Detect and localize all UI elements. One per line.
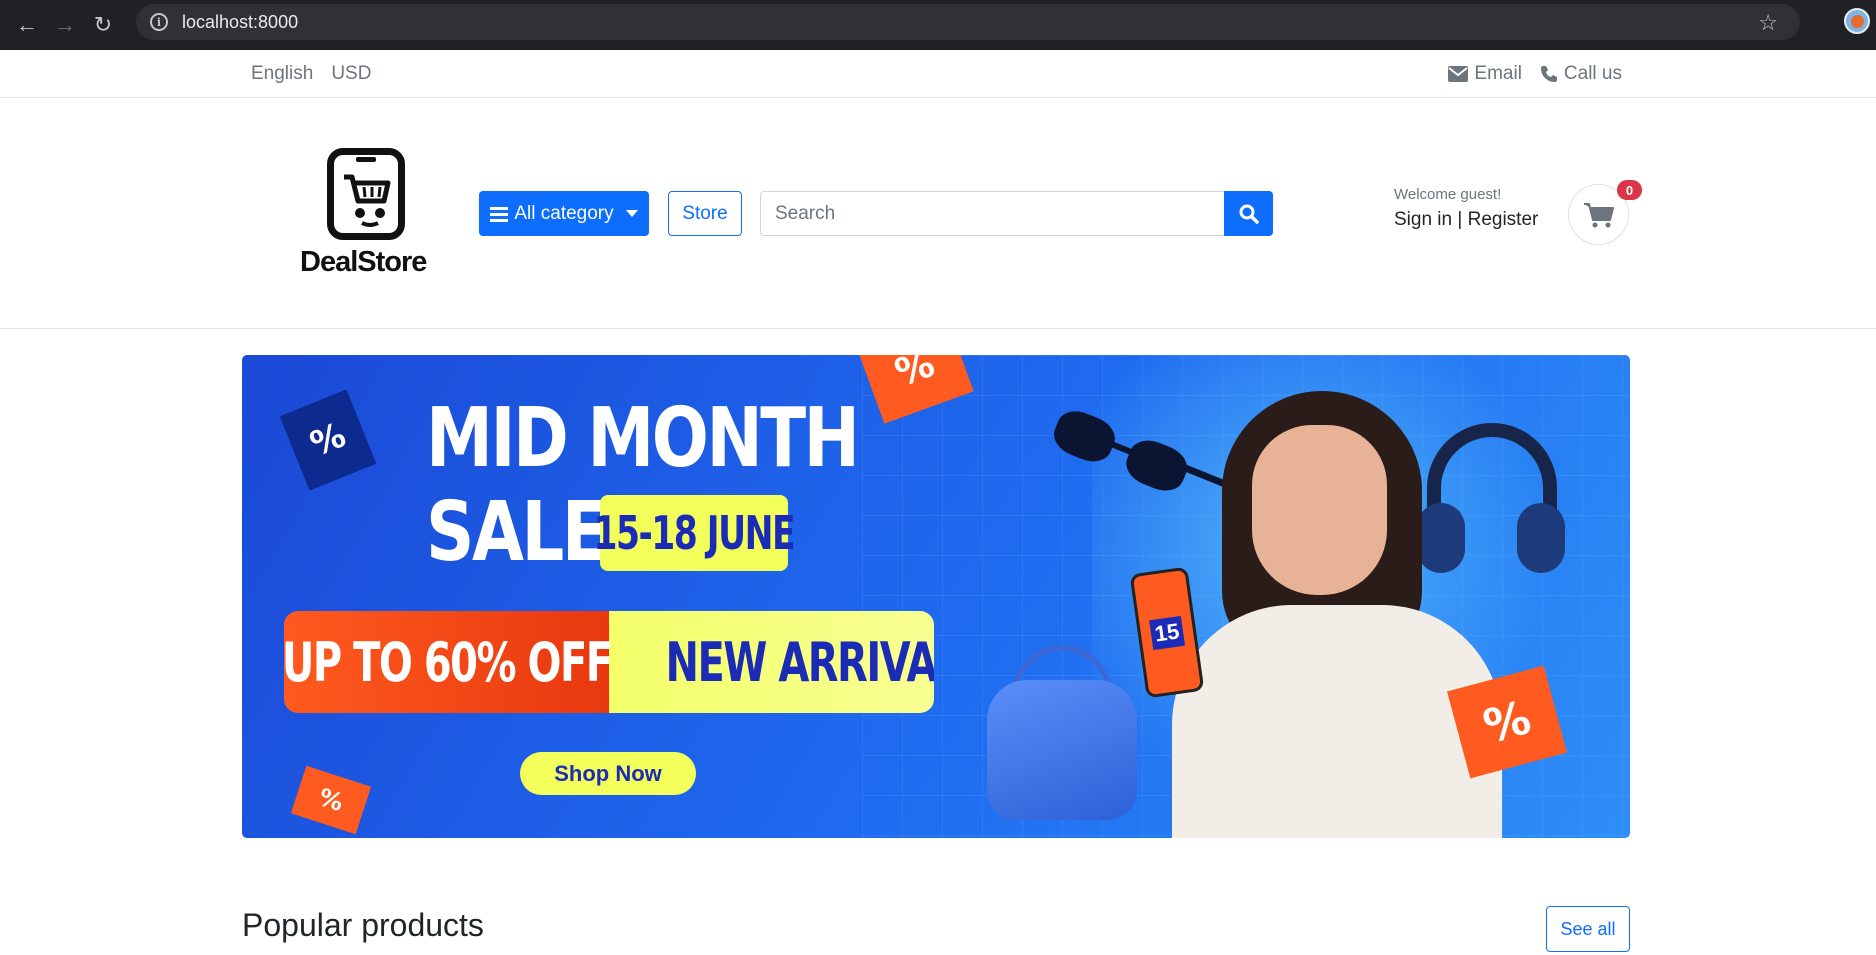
store-button[interactable]: Store xyxy=(668,191,742,236)
see-all-button[interactable]: See all xyxy=(1546,906,1630,952)
logo-icon[interactable] xyxy=(327,148,405,240)
percent-tag-icon: % xyxy=(279,389,377,491)
sale-dates-text: 15-18 JUNE xyxy=(593,506,796,560)
profile-avatar[interactable] xyxy=(1844,8,1870,34)
auth-links: Sign in | Register xyxy=(1394,209,1538,231)
email-link[interactable]: Email xyxy=(1448,63,1522,85)
search-button[interactable] xyxy=(1224,191,1273,236)
offer-pill: UP TO 60% OFF NEW ARRIVALS xyxy=(284,611,934,713)
all-category-label: All category xyxy=(514,202,614,224)
phone-screen-number: 15 xyxy=(1148,615,1186,650)
new-arrivals-text: NEW ARRIVALS xyxy=(665,630,934,694)
popular-products-heading: Popular products xyxy=(242,907,484,943)
shop-now-button[interactable]: Shop Now xyxy=(520,752,696,795)
call-link[interactable]: Call us xyxy=(1540,63,1622,85)
reload-icon[interactable]: ↻ xyxy=(84,6,122,44)
sale-dates-badge: 15-18 JUNE xyxy=(594,495,796,571)
menu-bars-icon xyxy=(490,206,509,222)
cart-icon xyxy=(1583,202,1614,227)
email-label: Email xyxy=(1474,63,1522,84)
language-selector[interactable]: English xyxy=(251,63,313,85)
headphones-image xyxy=(1417,423,1567,593)
percent-tag-symbol: % xyxy=(889,355,940,395)
model-body xyxy=(1172,605,1502,838)
percent-tag-symbol: % xyxy=(1477,689,1537,755)
search-icon xyxy=(1239,204,1259,224)
welcome-text: Welcome guest! xyxy=(1394,186,1502,203)
percent-tag-icon: % xyxy=(290,765,372,835)
banner-headline-line1: MID MONTH xyxy=(426,391,860,486)
all-category-button[interactable]: All category xyxy=(479,191,649,236)
top-utility-bar: English USD Email Call us xyxy=(0,50,1876,98)
banner-headline-line2: SALE xyxy=(426,485,608,580)
envelope-icon xyxy=(1448,66,1469,82)
site-info-icon[interactable]: i xyxy=(150,13,168,31)
cart-count-badge: 0 xyxy=(1617,180,1642,200)
forward-icon[interactable]: → xyxy=(46,6,84,44)
discount-text: UP TO 60% OFF xyxy=(284,630,613,694)
caret-down-icon xyxy=(625,209,638,217)
browser-toolbar: ← → ↻ i localhost:8000 ☆ xyxy=(0,0,1876,50)
search-input[interactable] xyxy=(760,191,1226,236)
logo-text[interactable]: DealStore xyxy=(300,246,427,279)
percent-tag-symbol: % xyxy=(315,782,347,818)
handbag-image xyxy=(987,680,1137,820)
url-text: localhost:8000 xyxy=(182,11,299,32)
currency-selector[interactable]: USD xyxy=(331,63,371,85)
phone-icon xyxy=(1540,66,1557,82)
model-face xyxy=(1252,425,1387,595)
register-link[interactable]: Register xyxy=(1468,209,1539,230)
call-label: Call us xyxy=(1563,63,1622,84)
promo-banner[interactable]: % % % MID MONTH SALE 15-18 JUNE UP TO 60… xyxy=(242,355,1630,838)
back-icon[interactable]: ← xyxy=(8,6,46,44)
sign-in-link[interactable]: Sign in xyxy=(1394,209,1452,230)
bookmark-star-icon[interactable]: ☆ xyxy=(1758,10,1778,36)
percent-tag-symbol: % xyxy=(304,415,352,465)
auth-separator: | xyxy=(1457,209,1463,230)
address-bar[interactable]: i localhost:8000 ☆ xyxy=(136,4,1870,40)
